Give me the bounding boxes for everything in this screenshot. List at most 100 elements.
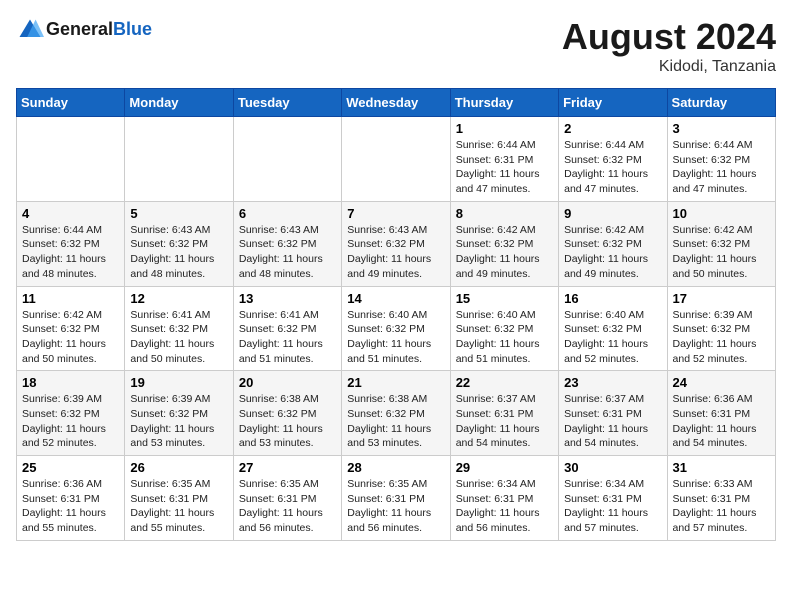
col-header-friday: Friday: [559, 89, 667, 117]
day-info: Sunrise: 6:36 AM Sunset: 6:31 PM Dayligh…: [22, 477, 119, 536]
day-info: Sunrise: 6:44 AM Sunset: 6:31 PM Dayligh…: [456, 138, 553, 197]
calendar-cell: 2 Sunrise: 6:44 AM Sunset: 6:32 PM Daylig…: [559, 117, 667, 202]
calendar-cell: 6Sunrise: 6:43 AM Sunset: 6:32 PM Daylig…: [233, 201, 341, 286]
calendar-cell: 15Sunrise: 6:40 AM Sunset: 6:32 PM Dayli…: [450, 286, 558, 371]
day-number: 2: [564, 121, 661, 136]
calendar-cell: 10 Sunrise: 6:42 AM Sunset: 6:32 PM Dayli…: [667, 201, 775, 286]
calendar-cell: 28 Sunrise: 6:35 AM Sunset: 6:31 PM Dayli…: [342, 456, 450, 541]
calendar-week-row: 11 Sunrise: 6:42 AM Sunset: 6:32 PM Dayli…: [17, 286, 776, 371]
day-info: Sunrise: 6:35 AM Sunset: 6:31 PM Dayligh…: [347, 477, 444, 536]
day-info: Sunrise: 6:39 AM Sunset: 6:32 PM Dayligh…: [673, 308, 770, 367]
day-number: 21: [347, 375, 444, 390]
calendar-cell: 5Sunrise: 6:43 AM Sunset: 6:32 PM Daylig…: [125, 201, 233, 286]
day-info: Sunrise: 6:37 AM Sunset: 6:31 PM Dayligh…: [456, 392, 553, 451]
calendar-cell: [233, 117, 341, 202]
calendar-cell: [342, 117, 450, 202]
calendar-cell: 24 Sunrise: 6:36 AM Sunset: 6:31 PM Dayli…: [667, 371, 775, 456]
day-number: 6: [239, 206, 336, 221]
day-number: 15: [456, 291, 553, 306]
day-number: 3: [673, 121, 770, 136]
day-info: Sunrise: 6:44 AM Sunset: 6:32 PM Dayligh…: [564, 138, 661, 197]
location: Kidodi, Tanzania: [562, 58, 776, 76]
day-info: Sunrise: 6:42 AM Sunset: 6:32 PM Dayligh…: [22, 308, 119, 367]
calendar-cell: 25 Sunrise: 6:36 AM Sunset: 6:31 PM Dayli…: [17, 456, 125, 541]
calendar-cell: 8 Sunrise: 6:42 AM Sunset: 6:32 PM Daylig…: [450, 201, 558, 286]
day-info: Sunrise: 6:35 AM Sunset: 6:31 PM Dayligh…: [239, 477, 336, 536]
calendar-cell: 22 Sunrise: 6:37 AM Sunset: 6:31 PM Dayli…: [450, 371, 558, 456]
calendar-table: SundayMondayTuesdayWednesdayThursdayFrid…: [16, 88, 776, 541]
day-info: Sunrise: 6:39 AM Sunset: 6:32 PM Dayligh…: [22, 392, 119, 451]
month-year: August 2024: [562, 16, 776, 58]
day-number: 13: [239, 291, 336, 306]
page-header: GeneralBlue August 2024 Kidodi, Tanzania: [16, 16, 776, 76]
day-number: 11: [22, 291, 119, 306]
day-number: 28: [347, 460, 444, 475]
day-info: Sunrise: 6:36 AM Sunset: 6:31 PM Dayligh…: [673, 392, 770, 451]
day-number: 8: [456, 206, 553, 221]
day-number: 17: [673, 291, 770, 306]
day-info: Sunrise: 6:41 AM Sunset: 6:32 PM Dayligh…: [239, 308, 336, 367]
day-number: 7: [347, 206, 444, 221]
day-number: 26: [130, 460, 227, 475]
calendar-cell: 21 Sunrise: 6:38 AM Sunset: 6:32 PM Dayli…: [342, 371, 450, 456]
calendar-cell: 26Sunrise: 6:35 AM Sunset: 6:31 PM Dayli…: [125, 456, 233, 541]
calendar-cell: [125, 117, 233, 202]
day-info: Sunrise: 6:40 AM Sunset: 6:32 PM Dayligh…: [347, 308, 444, 367]
calendar-cell: 12Sunrise: 6:41 AM Sunset: 6:32 PM Dayli…: [125, 286, 233, 371]
calendar-cell: 11 Sunrise: 6:42 AM Sunset: 6:32 PM Dayli…: [17, 286, 125, 371]
logo-icon: [16, 16, 44, 44]
col-header-tuesday: Tuesday: [233, 89, 341, 117]
calendar-cell: 23 Sunrise: 6:37 AM Sunset: 6:31 PM Dayli…: [559, 371, 667, 456]
day-number: 25: [22, 460, 119, 475]
logo-general: General: [46, 19, 113, 39]
calendar-week-row: 25 Sunrise: 6:36 AM Sunset: 6:31 PM Dayli…: [17, 456, 776, 541]
calendar-cell: 13 Sunrise: 6:41 AM Sunset: 6:32 PM Dayli…: [233, 286, 341, 371]
day-number: 19: [130, 375, 227, 390]
day-info: Sunrise: 6:42 AM Sunset: 6:32 PM Dayligh…: [673, 223, 770, 282]
calendar-cell: 19 Sunrise: 6:39 AM Sunset: 6:32 PM Dayli…: [125, 371, 233, 456]
day-number: 1: [456, 121, 553, 136]
calendar-cell: 9 Sunrise: 6:42 AM Sunset: 6:32 PM Daylig…: [559, 201, 667, 286]
day-info: Sunrise: 6:44 AM Sunset: 6:32 PM Dayligh…: [673, 138, 770, 197]
calendar-cell: 4 Sunrise: 6:44 AM Sunset: 6:32 PM Daylig…: [17, 201, 125, 286]
day-info: Sunrise: 6:42 AM Sunset: 6:32 PM Dayligh…: [564, 223, 661, 282]
calendar-cell: 16 Sunrise: 6:40 AM Sunset: 6:32 PM Dayli…: [559, 286, 667, 371]
day-info: Sunrise: 6:40 AM Sunset: 6:32 PM Dayligh…: [564, 308, 661, 367]
day-info: Sunrise: 6:43 AM Sunset: 6:32 PM Dayligh…: [130, 223, 227, 282]
calendar-cell: 20Sunrise: 6:38 AM Sunset: 6:32 PM Dayli…: [233, 371, 341, 456]
day-info: Sunrise: 6:38 AM Sunset: 6:32 PM Dayligh…: [347, 392, 444, 451]
day-number: 9: [564, 206, 661, 221]
calendar-cell: 27 Sunrise: 6:35 AM Sunset: 6:31 PM Dayli…: [233, 456, 341, 541]
calendar-cell: 30 Sunrise: 6:34 AM Sunset: 6:31 PM Dayli…: [559, 456, 667, 541]
day-number: 4: [22, 206, 119, 221]
logo-blue: Blue: [113, 19, 152, 39]
day-info: Sunrise: 6:34 AM Sunset: 6:31 PM Dayligh…: [564, 477, 661, 536]
day-info: Sunrise: 6:37 AM Sunset: 6:31 PM Dayligh…: [564, 392, 661, 451]
day-number: 10: [673, 206, 770, 221]
calendar-cell: 3 Sunrise: 6:44 AM Sunset: 6:32 PM Daylig…: [667, 117, 775, 202]
day-info: Sunrise: 6:42 AM Sunset: 6:32 PM Dayligh…: [456, 223, 553, 282]
calendar-cell: 18Sunrise: 6:39 AM Sunset: 6:32 PM Dayli…: [17, 371, 125, 456]
calendar-cell: 29 Sunrise: 6:34 AM Sunset: 6:31 PM Dayli…: [450, 456, 558, 541]
day-number: 16: [564, 291, 661, 306]
day-number: 27: [239, 460, 336, 475]
day-info: Sunrise: 6:34 AM Sunset: 6:31 PM Dayligh…: [456, 477, 553, 536]
day-number: 24: [673, 375, 770, 390]
calendar-cell: 1 Sunrise: 6:44 AM Sunset: 6:31 PM Daylig…: [450, 117, 558, 202]
day-info: Sunrise: 6:33 AM Sunset: 6:31 PM Dayligh…: [673, 477, 770, 536]
col-header-sunday: Sunday: [17, 89, 125, 117]
calendar-cell: 17 Sunrise: 6:39 AM Sunset: 6:32 PM Dayli…: [667, 286, 775, 371]
calendar-week-row: 18Sunrise: 6:39 AM Sunset: 6:32 PM Dayli…: [17, 371, 776, 456]
day-number: 14: [347, 291, 444, 306]
calendar-cell: 7Sunrise: 6:43 AM Sunset: 6:32 PM Daylig…: [342, 201, 450, 286]
logo: GeneralBlue: [16, 16, 152, 44]
day-number: 23: [564, 375, 661, 390]
calendar-cell: 14 Sunrise: 6:40 AM Sunset: 6:32 PM Dayli…: [342, 286, 450, 371]
day-number: 29: [456, 460, 553, 475]
day-number: 20: [239, 375, 336, 390]
day-info: Sunrise: 6:39 AM Sunset: 6:32 PM Dayligh…: [130, 392, 227, 451]
day-number: 22: [456, 375, 553, 390]
day-number: 30: [564, 460, 661, 475]
day-info: Sunrise: 6:44 AM Sunset: 6:32 PM Dayligh…: [22, 223, 119, 282]
day-number: 12: [130, 291, 227, 306]
